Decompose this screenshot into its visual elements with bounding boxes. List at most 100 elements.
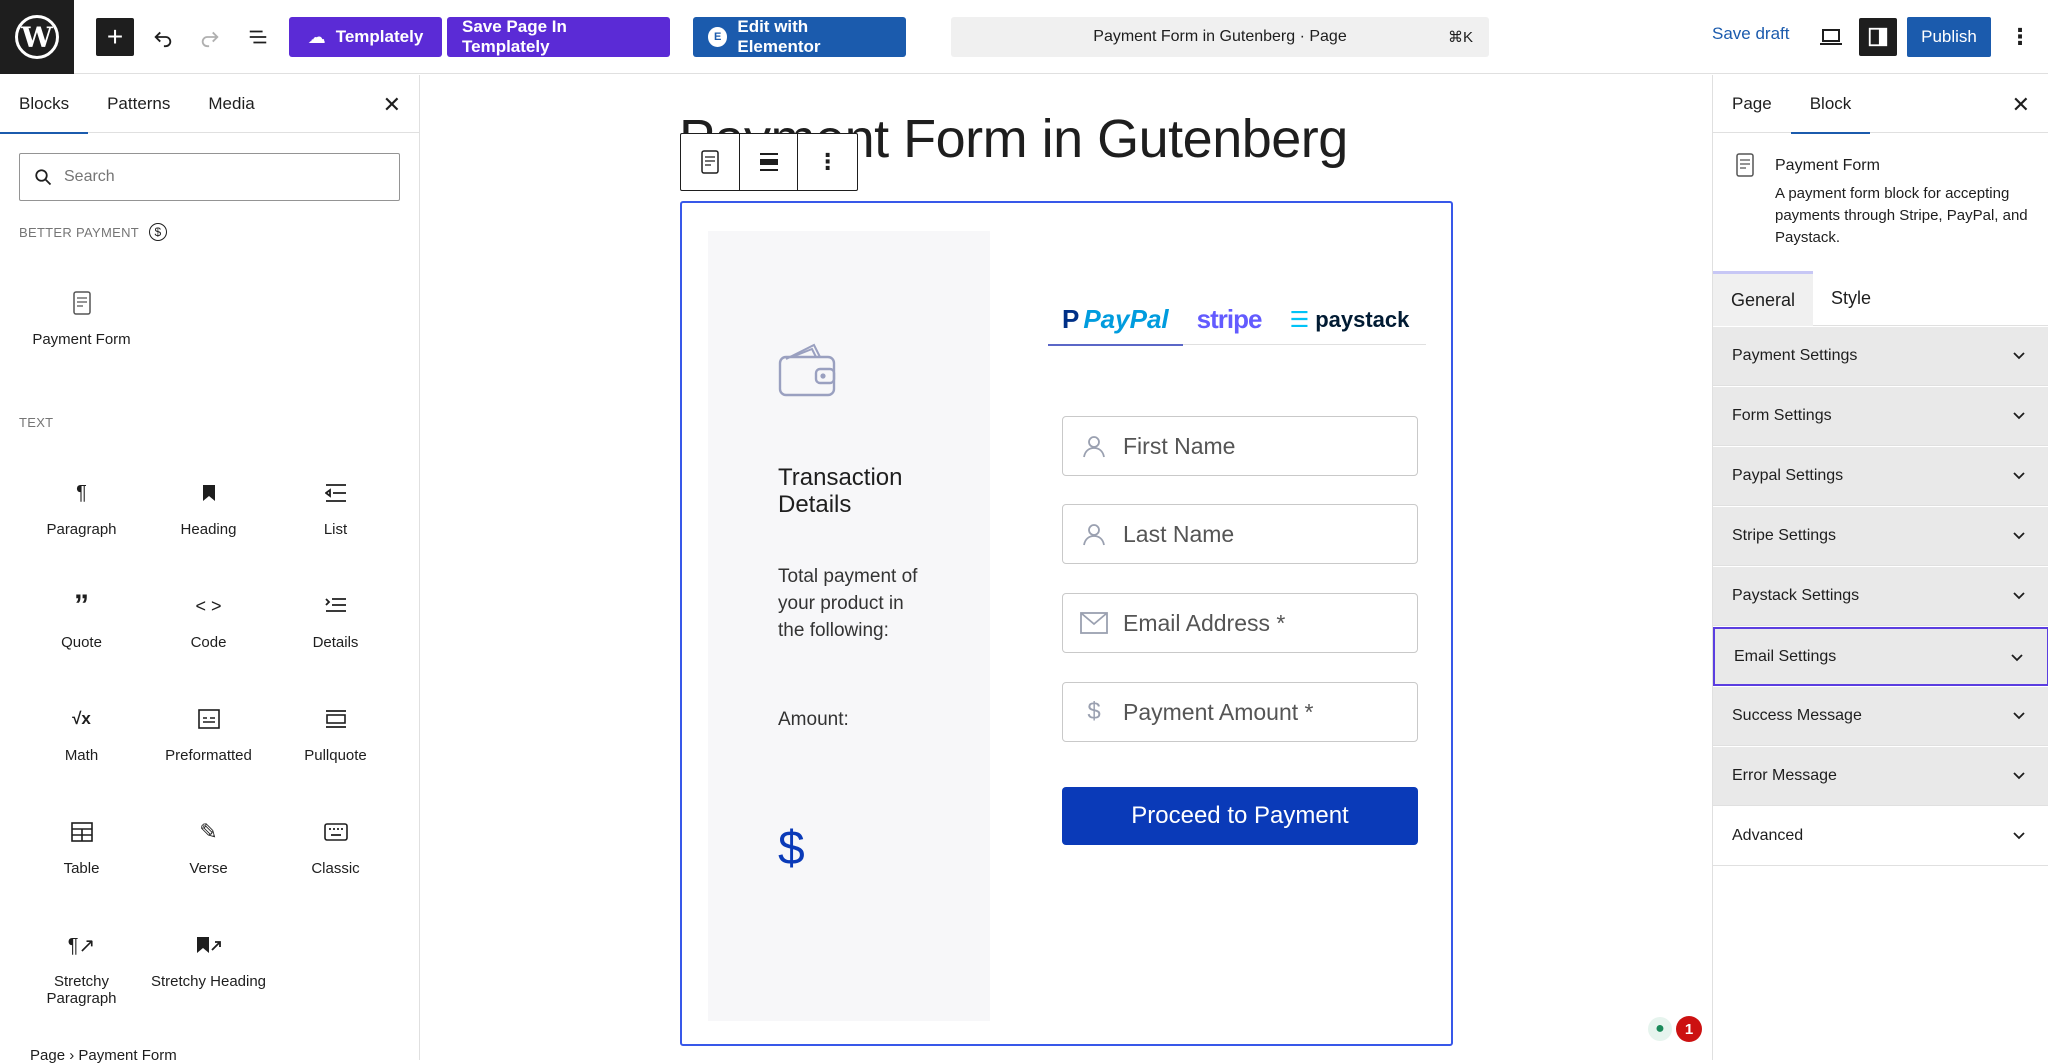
block-details[interactable]: Details <box>272 586 399 651</box>
block-label: Stretchy Paragraph <box>46 973 117 1007</box>
panel-success-message[interactable]: Success Message <box>1713 687 2048 746</box>
block-options-button[interactable]: ⋮ <box>798 134 857 190</box>
editor-canvas: Payment Form in Gutenberg ⋮ Transaction … <box>421 75 1712 1060</box>
tab-patterns[interactable]: Patterns <box>88 75 189 133</box>
panel-paypal-settings[interactable]: Paypal Settings <box>1713 447 2048 506</box>
tab-media[interactable]: Media <box>189 75 273 133</box>
command-palette-bar[interactable]: Payment Form in Gutenberg · Page ⌘K <box>951 17 1489 57</box>
panel-form-settings[interactable]: Form Settings <box>1713 387 2048 446</box>
panel-title: Stripe Settings <box>1732 527 1837 544</box>
editor-header: W + ☁ Templately Save Page In Templately… <box>0 0 2048 74</box>
paystack-logo-icon: ☰ <box>1289 306 1310 332</box>
close-icon: ✕ <box>382 92 401 117</box>
align-button[interactable] <box>740 134 799 190</box>
code-icon: < > <box>195 595 222 616</box>
block-table[interactable]: Table <box>18 812 145 877</box>
proceed-to-payment-button[interactable]: Proceed to Payment <box>1062 787 1418 845</box>
email-field[interactable] <box>1062 593 1418 653</box>
document-overview-button[interactable] <box>238 17 278 57</box>
paypal-tab[interactable]: P PayPal <box>1048 295 1183 346</box>
redo-button[interactable] <box>190 17 230 57</box>
block-classic[interactable]: Classic <box>272 812 399 877</box>
breadcrumb[interactable]: Page › Payment Form <box>30 1047 177 1064</box>
block-payment-form[interactable]: Payment Form <box>18 283 145 348</box>
block-list[interactable]: List <box>272 473 399 538</box>
block-card-description: A payment form block for accepting payme… <box>1775 185 2028 246</box>
settings-toggle-button[interactable] <box>1859 18 1897 56</box>
payment-gateway-tabs: P PayPal stripe ☰ paystack <box>1048 295 1426 346</box>
block-inserter-panel: Blocks Patterns Media ✕ Better Payment $… <box>0 75 420 1064</box>
block-search-input[interactable] <box>64 168 364 186</box>
user-icon <box>1079 522 1109 546</box>
block-label: Code <box>190 634 227 651</box>
user-icon <box>1079 434 1109 458</box>
sidebar-icon <box>1868 27 1888 47</box>
block-quote[interactable]: ” Quote <box>18 586 145 651</box>
block-pullquote[interactable]: Pullquote <box>272 699 399 764</box>
stripe-tab[interactable]: stripe <box>1183 295 1276 345</box>
templately-icon: ☁ <box>307 26 326 47</box>
email-input[interactable] <box>1123 609 1403 637</box>
block-type-button[interactable] <box>681 134 740 190</box>
block-stretchy-paragraph[interactable]: ¶↗ Stretchy Paragraph <box>18 925 145 1008</box>
paystack-tab[interactable]: ☰ paystack <box>1275 295 1423 345</box>
save-draft-button[interactable]: Save draft <box>1712 24 1790 44</box>
tab-general[interactable]: General <box>1713 271 1814 326</box>
tab-blocks[interactable]: Blocks <box>0 75 89 134</box>
templately-button[interactable]: ☁ Templately <box>289 17 442 57</box>
block-math[interactable]: √x Math <box>18 699 145 764</box>
wordpress-logo-button[interactable]: W <box>0 0 74 74</box>
lightbulb-icon: ● <box>1648 1017 1672 1041</box>
payment-amount-input[interactable] <box>1123 698 1403 726</box>
tab-page[interactable]: Page <box>1713 75 1791 133</box>
tab-style[interactable]: Style <box>1813 271 1889 326</box>
block-paragraph[interactable]: ¶ Paragraph <box>18 473 145 539</box>
save-in-templately-button[interactable]: Save Page In Templately <box>447 17 670 57</box>
block-label: Heading <box>180 521 237 538</box>
chevron-down-icon <box>2013 532 2025 540</box>
wallet-icon <box>778 341 836 402</box>
close-inserter-button[interactable]: ✕ <box>383 92 401 118</box>
preview-button[interactable] <box>1811 17 1851 57</box>
block-search-field[interactable] <box>19 153 400 201</box>
panel-title: Form Settings <box>1732 407 1832 424</box>
amount-label: Amount: <box>778 709 849 730</box>
panel-stripe-settings[interactable]: Stripe Settings <box>1713 507 2048 566</box>
last-name-input[interactable] <box>1123 520 1403 548</box>
paypal-logo-icon: P <box>1062 304 1080 334</box>
quote-icon: ” <box>74 589 89 622</box>
publish-button[interactable]: Publish <box>1907 17 1991 57</box>
first-name-input[interactable] <box>1123 432 1403 460</box>
payment-amount-field[interactable]: $ <box>1062 682 1418 742</box>
close-sidebar-button[interactable]: ✕ <box>2012 92 2030 118</box>
panel-email-settings[interactable]: Email Settings <box>1713 627 2048 686</box>
document-title: Payment Form in Gutenberg · Page <box>1093 28 1347 45</box>
settings-sidebar: Page Block ✕ Payment Form A payment form… <box>1712 75 2048 1060</box>
options-menu-button[interactable]: ⋮ <box>2000 17 2040 57</box>
first-name-field[interactable] <box>1062 416 1418 476</box>
edit-with-elementor-button[interactable]: E Edit with Elementor <box>693 17 906 57</box>
more-vertical-icon: ⋮ <box>816 149 839 174</box>
elementor-label: Edit with Elementor <box>737 17 821 56</box>
last-name-field[interactable] <box>1062 504 1418 564</box>
block-stretchy-heading[interactable]: Stretchy Heading <box>145 925 272 990</box>
block-code[interactable]: < > Code <box>145 586 272 652</box>
panel-payment-settings[interactable]: Payment Settings <box>1713 327 2048 386</box>
payment-form-block[interactable]: Transaction Details Total payment of you… <box>680 201 1453 1046</box>
panel-paystack-settings[interactable]: Paystack Settings <box>1713 567 2048 626</box>
panel-error-message[interactable]: Error Message <box>1713 747 2048 806</box>
command-shortcut: ⌘K <box>1447 29 1473 46</box>
notification-widget[interactable]: ● 1 <box>1648 1016 1702 1042</box>
dollar-icon: $ <box>1087 698 1101 725</box>
add-block-button[interactable]: + <box>96 18 134 56</box>
block-preformatted[interactable]: Preformatted <box>145 699 272 764</box>
panel-title: Payment Settings <box>1732 347 1858 364</box>
block-heading[interactable]: Heading <box>145 473 272 538</box>
block-label: Classic <box>311 860 360 877</box>
panel-advanced[interactable]: Advanced <box>1713 807 2048 866</box>
block-label: Paragraph <box>46 521 117 538</box>
tab-block[interactable]: Block <box>1790 75 1871 134</box>
undo-button[interactable] <box>143 17 183 57</box>
payment-form-icon <box>1735 153 1755 182</box>
block-verse[interactable]: ✎ Verse <box>145 812 272 877</box>
